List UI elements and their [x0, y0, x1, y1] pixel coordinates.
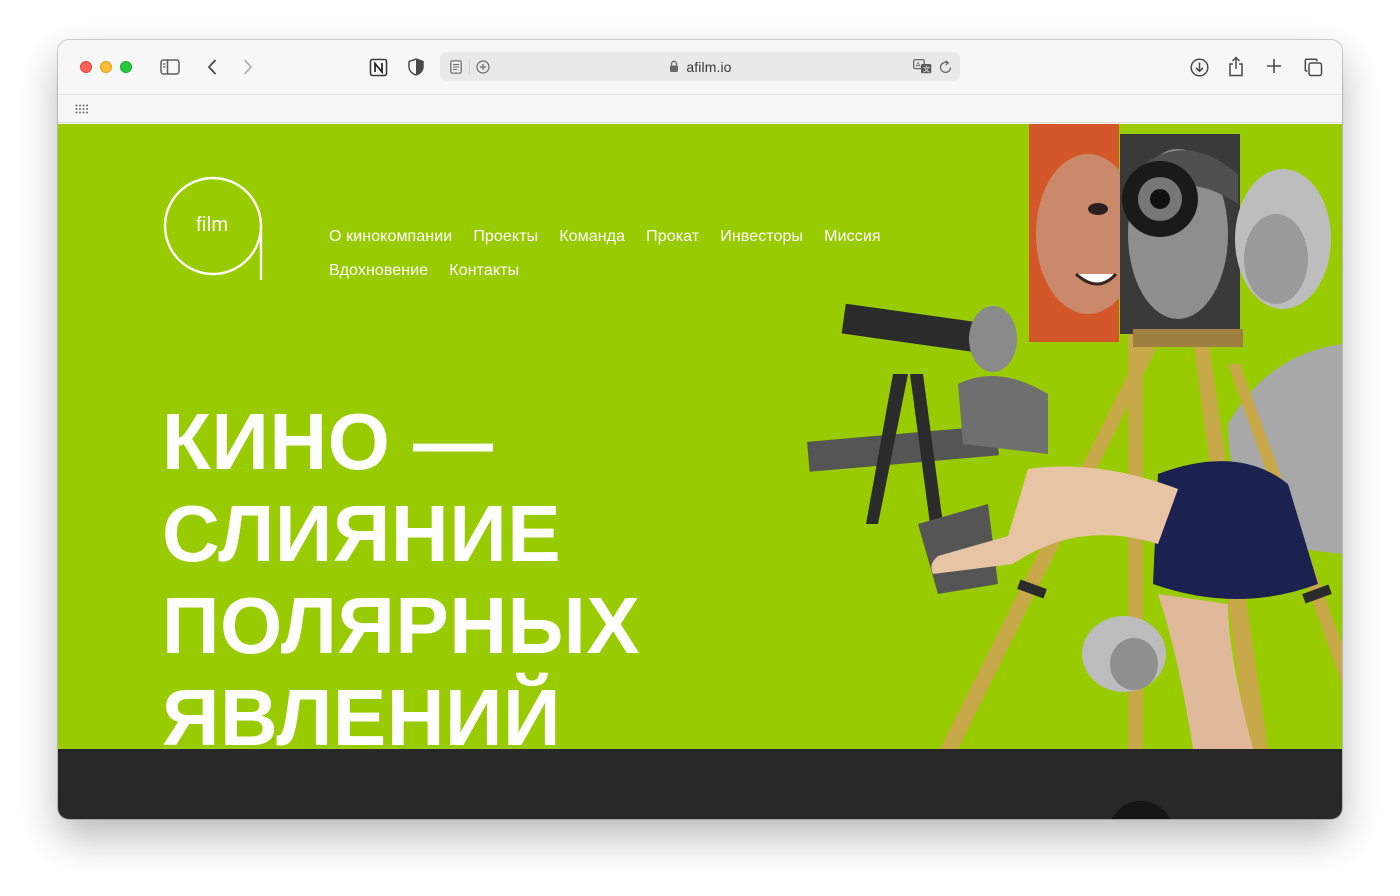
shield-icon[interactable] [406, 56, 426, 78]
share-icon[interactable] [1226, 54, 1246, 78]
hero-collage-image [798, 124, 1342, 749]
nav-link-team[interactable]: Команда [559, 228, 625, 262]
back-icon[interactable] [203, 57, 221, 77]
nav-link-contacts[interactable]: Контакты [449, 262, 519, 296]
nav-link-investors[interactable]: Инвесторы [720, 228, 803, 262]
bookmarks-bar [58, 94, 1342, 123]
svg-text:A: A [915, 60, 920, 69]
collage-young-man [969, 306, 1017, 372]
dark-section-shape [1108, 801, 1174, 819]
hero-line: СЛИЯНИЕ [162, 489, 562, 578]
sidebar-icon[interactable] [158, 57, 182, 77]
hero-line: ЯВЛЕНИЙ [162, 673, 562, 749]
url-text: afilm.io [686, 59, 732, 75]
nav-link-about[interactable]: О кинокомпании [329, 228, 452, 262]
web-page: film О кинокомпании Проекты Команда Прок… [58, 124, 1342, 749]
browser-window: afilm.io A文 film О кинокомпании Проекты … [58, 40, 1342, 819]
svg-text:文: 文 [923, 65, 930, 74]
download-icon[interactable] [1188, 56, 1210, 78]
tabs-overview-icon[interactable] [1302, 56, 1324, 78]
nav-link-projects[interactable]: Проекты [473, 228, 538, 262]
zoom-window-button[interactable] [120, 61, 132, 73]
hero-line: КИНО — [162, 397, 494, 486]
browser-toolbar: afilm.io A文 [58, 40, 1342, 94]
translate-icon[interactable]: A文 [912, 58, 932, 75]
nav-link-inspiration[interactable]: Вдохновение [329, 262, 428, 296]
hero-title: КИНО — СЛИЯНИЕ ПОЛЯРНЫХ ЯВЛЕНИЙ [162, 396, 802, 749]
logo-text: film [196, 214, 229, 236]
bookmarks-grid-icon[interactable] [74, 102, 90, 116]
new-tab-icon[interactable] [1264, 56, 1284, 76]
minimize-window-button[interactable] [100, 61, 112, 73]
reload-icon[interactable] [937, 59, 953, 75]
nav-link-distribution[interactable]: Прокат [646, 228, 699, 262]
afilm-logo[interactable]: film [162, 176, 268, 280]
dark-section [58, 749, 1342, 819]
notion-icon[interactable] [367, 56, 389, 78]
address-bar[interactable]: afilm.io A文 [440, 52, 960, 81]
forward-icon[interactable] [239, 57, 257, 77]
close-window-button[interactable] [80, 61, 92, 73]
hero-line: ПОЛЯРНЫХ [162, 581, 641, 670]
